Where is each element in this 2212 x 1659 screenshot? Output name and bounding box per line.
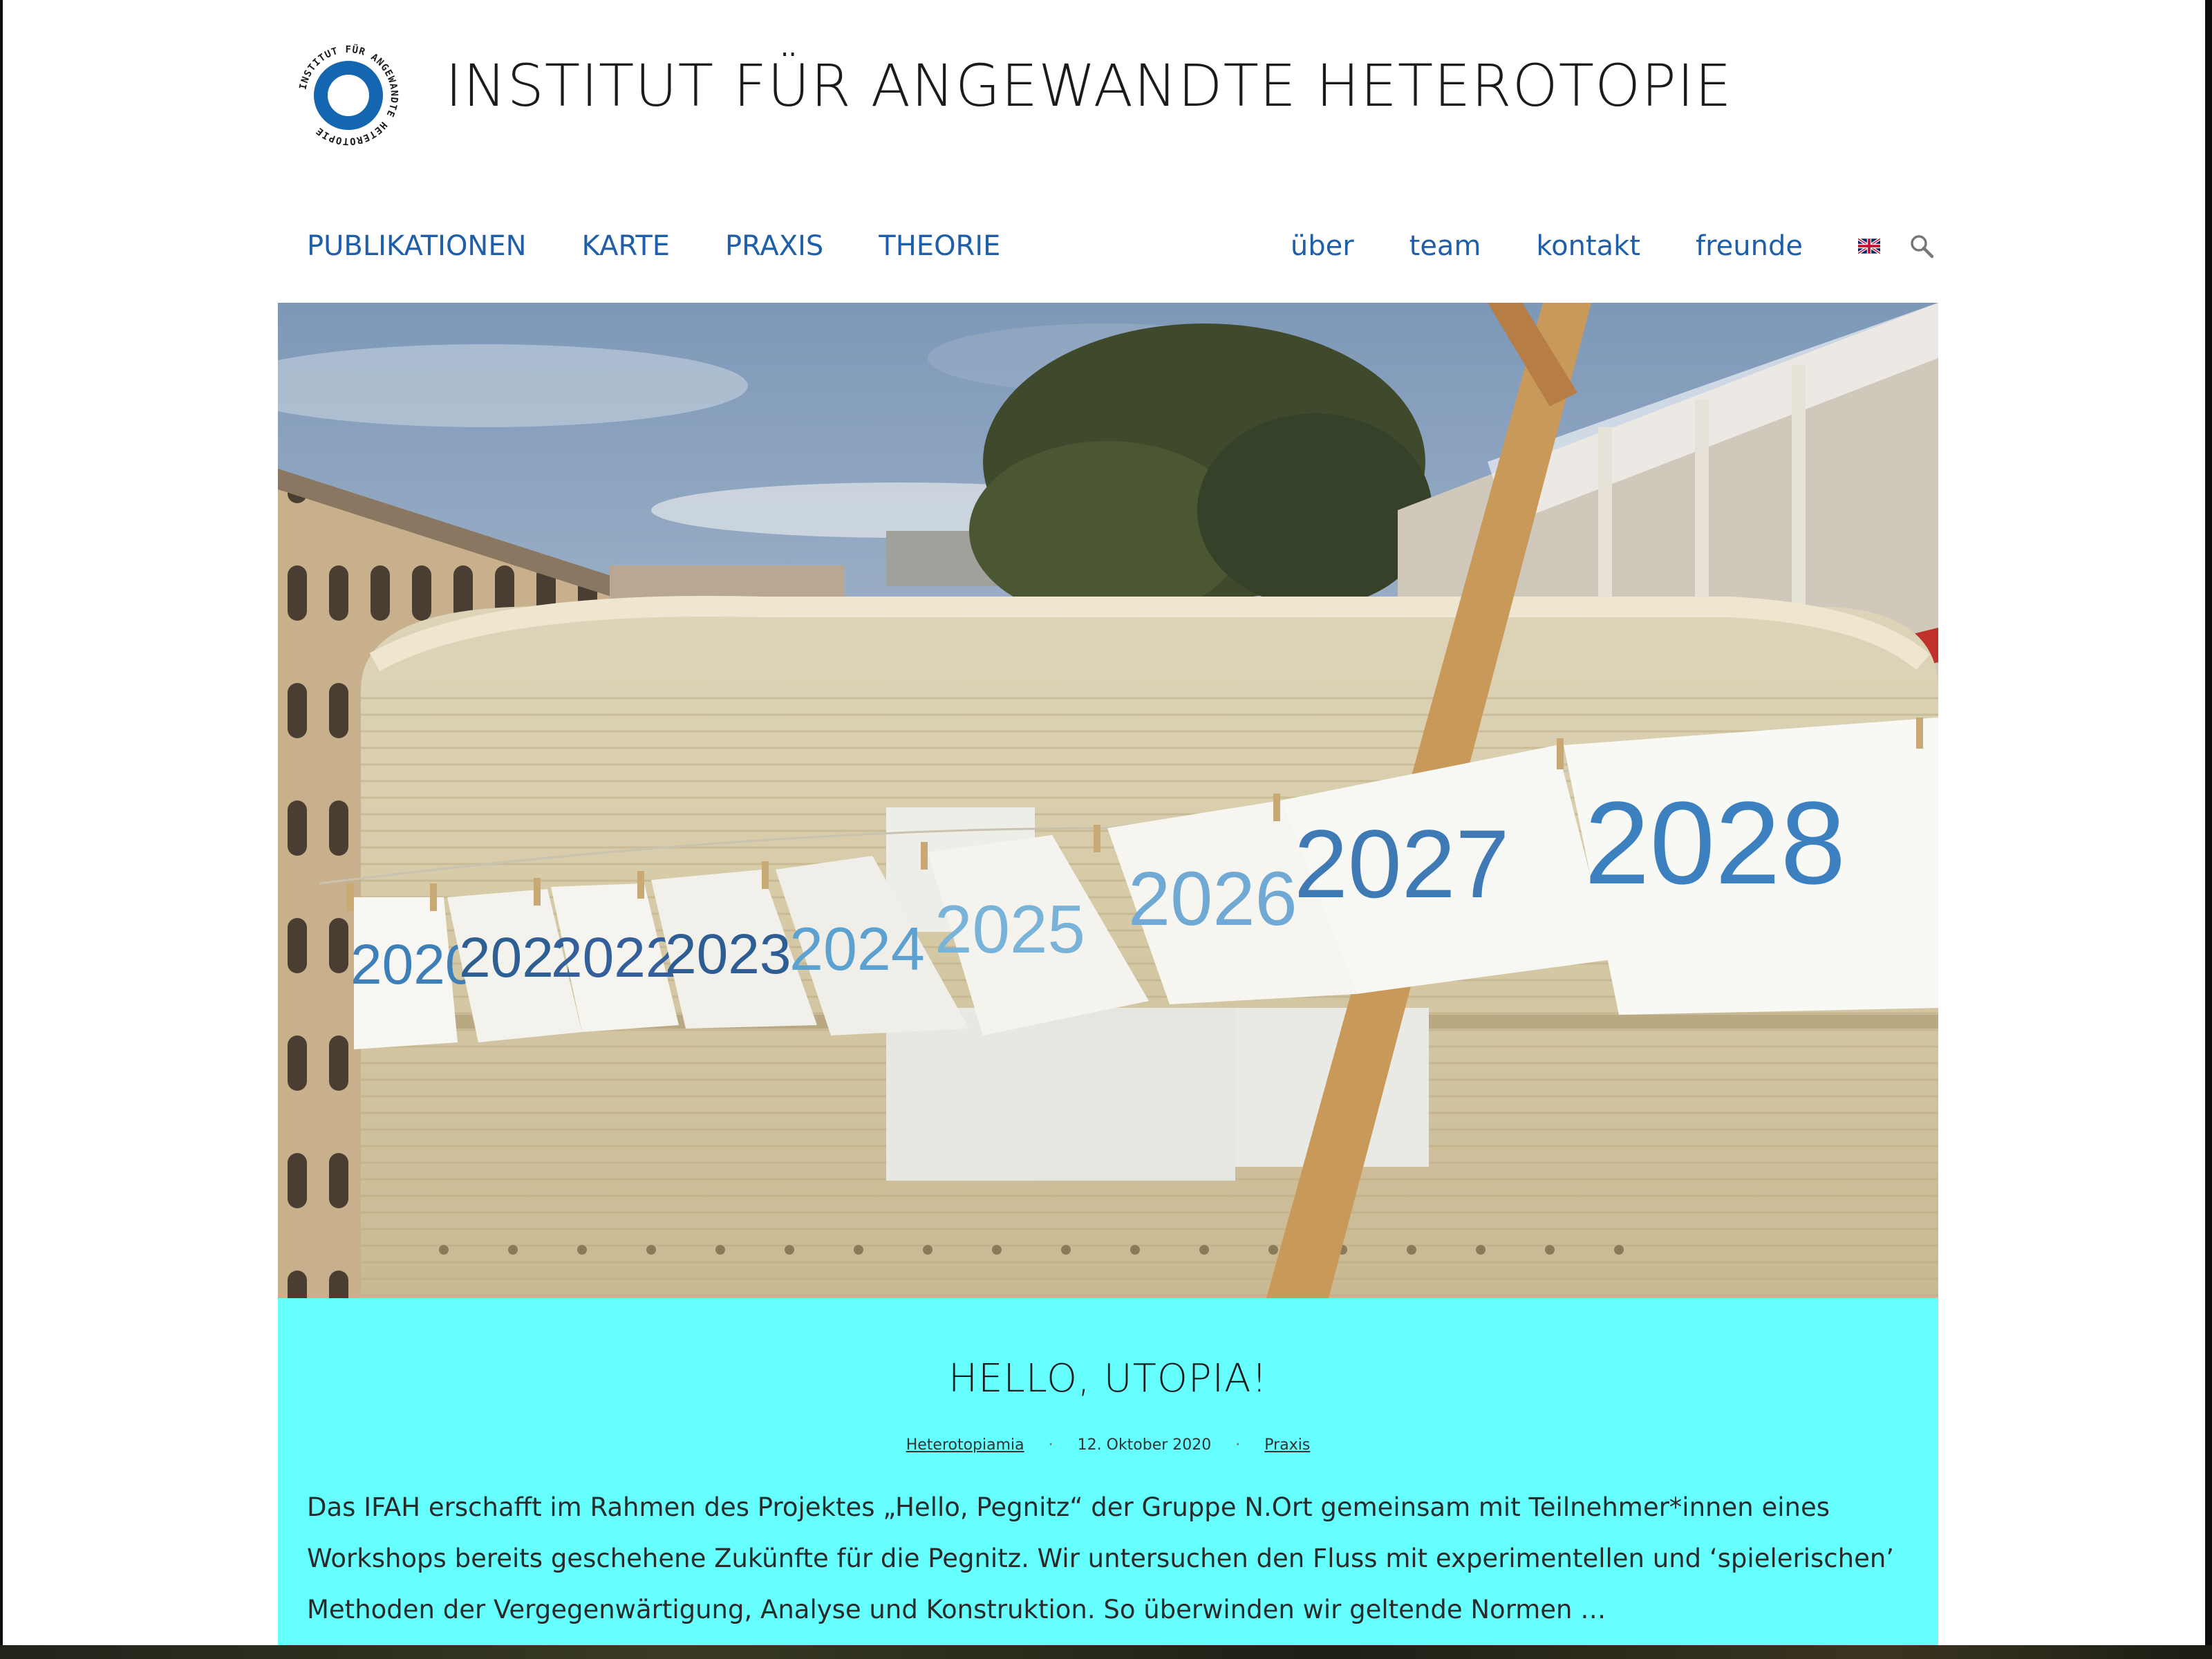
- post-author-link[interactable]: Heterotopiamia: [906, 1436, 1024, 1454]
- secondary-nav: über team kontakt freunde: [1291, 227, 1936, 265]
- meta-separator: ·: [1235, 1436, 1241, 1454]
- post-title-link[interactable]: HELLO, UTOPIA!: [948, 1356, 1268, 1401]
- nav-ueber[interactable]: über: [1291, 227, 1354, 265]
- search-icon: [1911, 235, 1934, 259]
- year-2025: 2025: [935, 891, 1085, 967]
- featured-photo: 2020 2021 2022 2023 2024 2025 2026 2027 …: [278, 303, 1938, 1298]
- nav-karte[interactable]: KARTE: [582, 227, 670, 265]
- site-title[interactable]: INSTITUT FÜR ANGEWANDTE HETEROTOPIE: [445, 54, 1732, 118]
- year-2023: 2023: [665, 923, 791, 986]
- language-switch[interactable]: [1858, 238, 1880, 254]
- post-category-link[interactable]: Praxis: [1264, 1436, 1310, 1454]
- meta-separator: ·: [1048, 1436, 1053, 1454]
- nav-theorie[interactable]: THEORIE: [879, 227, 1000, 265]
- post-excerpt: Das IFAH erschafft im Rahmen des Projekt…: [307, 1492, 1895, 1624]
- uk-flag-icon: [1858, 238, 1880, 254]
- year-2026: 2026: [1128, 856, 1297, 941]
- year-2028: 2028: [1584, 778, 1846, 909]
- logo-seal-icon: INSTITUT FÜR ANGEWANDTE HETEROTOPIE: [296, 43, 401, 148]
- post-meta: Heterotopiamia · 12. Oktober 2020 · Prax…: [278, 1436, 1938, 1454]
- nav-praxis[interactable]: PRAXIS: [725, 227, 823, 265]
- year-2027: 2027: [1294, 809, 1509, 918]
- nav-team[interactable]: team: [1409, 227, 1481, 265]
- nav-publikationen[interactable]: PUBLIKATIONEN: [307, 227, 527, 265]
- background-strip: [0, 1645, 2212, 1659]
- page: INSTITUT FÜR ANGEWANDTE HETEROTOPIE INST…: [3, 0, 2205, 1645]
- nav-kontakt[interactable]: kontakt: [1536, 227, 1640, 265]
- nav-freunde[interactable]: freunde: [1696, 227, 1803, 265]
- featured-image[interactable]: 2020 2021 2022 2023 2024 2025 2026 2027 …: [278, 303, 1938, 1298]
- year-2022: 2022: [551, 926, 677, 989]
- year-2024: 2024: [789, 915, 925, 983]
- primary-nav: PUBLIKATIONEN KARTE PRAXIS THEORIE: [307, 227, 1000, 265]
- site-logo[interactable]: INSTITUT FÜR ANGEWANDTE HETEROTOPIE: [293, 40, 404, 151]
- window-right-edge: [2205, 0, 2212, 1659]
- post-card: HELLO, UTOPIA! Heterotopiamia · 12. Okto…: [278, 1298, 1938, 1645]
- post-date: 12. Oktober 2020: [1077, 1436, 1212, 1454]
